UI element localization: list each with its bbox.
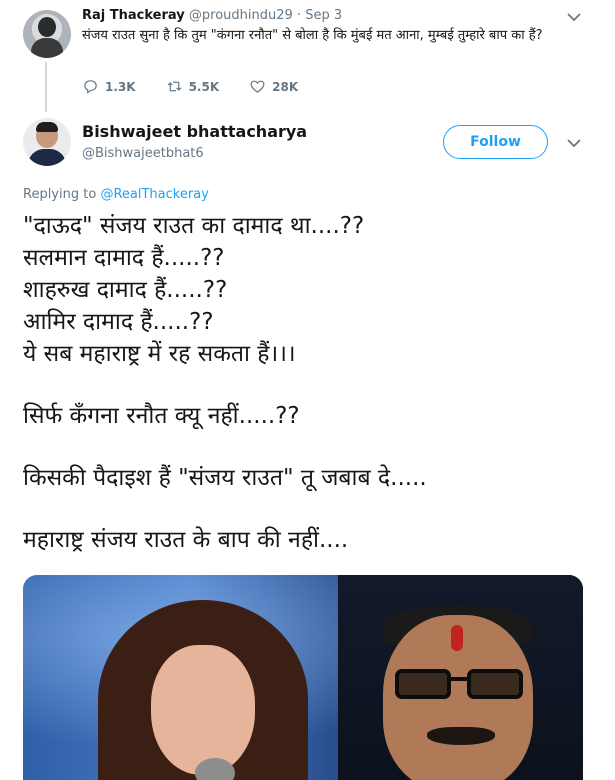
- reply-action[interactable]: 1.3K: [82, 78, 136, 95]
- reply-count: 1.3K: [105, 79, 136, 94]
- parent-tweet-text: संजय राउत सुना है कि तुम "कंगना रनौत" से…: [82, 28, 543, 43]
- main-avatar[interactable]: [23, 118, 71, 166]
- thread-connector-line: [45, 62, 47, 112]
- like-action[interactable]: 28K: [249, 78, 298, 95]
- avatar-head-shape: [38, 17, 56, 37]
- parent-display-name[interactable]: Raj Thackeray: [82, 8, 185, 23]
- parent-tweet-actions: 1.3K 5.5K 28K: [82, 78, 328, 95]
- tweet-line: आमिर दामाद हैं.....??: [23, 309, 214, 335]
- image-man-glasses: [395, 669, 523, 699]
- parent-handle[interactable]: @proudhindu29: [189, 8, 293, 23]
- tweet-line: महाराष्ट्र संजय राउत के बाप की नहीं....: [23, 527, 349, 553]
- image-woman-face: [151, 645, 255, 775]
- avatar-hair-shape: [36, 122, 58, 132]
- parent-tweet-header: Raj Thackeray @proudhindu29 · Sep 3: [82, 8, 342, 23]
- tweet-line: सलमान दामाद हैं.....??: [23, 245, 225, 271]
- replying-to: Replying to @RealThackeray: [23, 187, 209, 202]
- image-man-mustache: [427, 727, 495, 745]
- like-icon[interactable]: [249, 78, 266, 95]
- retweet-icon[interactable]: [166, 78, 183, 95]
- parent-avatar[interactable]: [23, 10, 71, 58]
- replying-mention-link[interactable]: @RealThackeray: [100, 187, 208, 202]
- tweet-media-image[interactable]: [23, 575, 583, 780]
- follow-button[interactable]: Follow: [443, 125, 548, 159]
- main-handle[interactable]: @Bishwajeetbhat6: [82, 146, 204, 161]
- main-tweet-text: "दाऊद" संजय राउत का दामाद था....?? सलमान…: [23, 210, 603, 556]
- avatar-body-shape: [31, 38, 63, 58]
- reply-icon[interactable]: [82, 78, 99, 95]
- replying-prefix: Replying to: [23, 187, 97, 202]
- main-display-name[interactable]: Bishwajeet bhattacharya: [82, 122, 307, 141]
- microphone-icon: [195, 758, 235, 780]
- tweet-line: ये सब महाराष्ट्र में रह सकता हैं।।।: [23, 341, 296, 367]
- chevron-down-icon[interactable]: [567, 138, 581, 148]
- retweet-action[interactable]: 5.5K: [166, 78, 220, 95]
- retweet-count: 5.5K: [188, 79, 220, 94]
- parent-tweet[interactable]: Raj Thackeray @proudhindu29 · Sep 3 संजय…: [0, 0, 615, 112]
- tweet-line: शाहरुख दामाद हैं.....??: [23, 277, 228, 303]
- image-man-tilak: [451, 625, 463, 651]
- like-count: 28K: [272, 79, 299, 94]
- parent-separator: ·: [296, 8, 302, 23]
- tweet-line: सिर्फ कँगना रनौत क्यू नहीं.....??: [23, 403, 300, 429]
- tweet-line: "दाऊद" संजय राउत का दामाद था....??: [23, 213, 365, 239]
- avatar-body-shape: [28, 149, 66, 166]
- chevron-down-icon[interactable]: [567, 12, 581, 22]
- tweet-line: किसकी पैदाइश हैं "संजय राउत" तू जबाब दे.…: [23, 465, 427, 491]
- parent-timestamp[interactable]: Sep 3: [305, 8, 342, 23]
